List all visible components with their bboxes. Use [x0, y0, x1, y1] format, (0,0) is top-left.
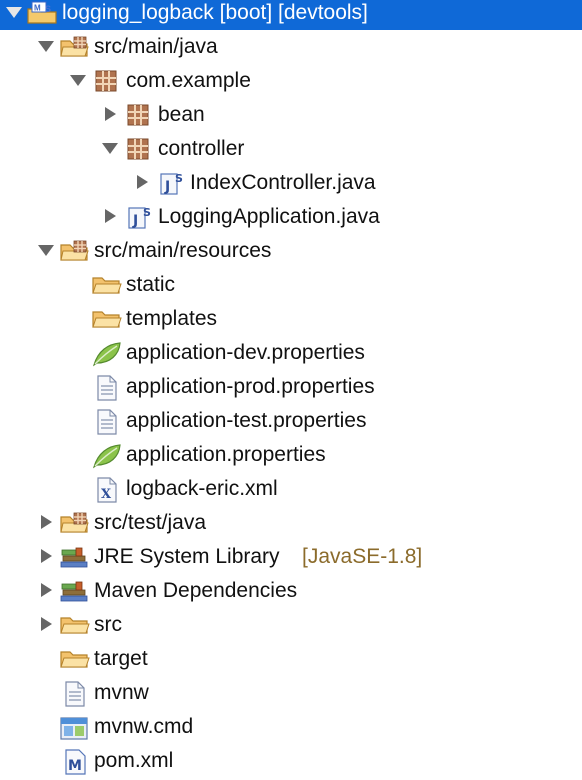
spring-java-file-icon: J S: [158, 166, 186, 200]
tree-item-package[interactable]: controller: [0, 132, 582, 166]
tree-item-label: controller: [158, 137, 245, 160]
svg-text:S: S: [175, 172, 183, 185]
tree-item-package[interactable]: bean: [0, 98, 582, 132]
expand-toggle-open-icon[interactable]: [34, 234, 58, 268]
tree-item-properties-file[interactable]: application-dev.properties: [0, 336, 582, 370]
tree-item-source-folder[interactable]: src/main/java: [0, 30, 582, 64]
tree-item-label: application.properties: [126, 443, 326, 466]
svg-text:X: X: [101, 487, 112, 502]
tree-item-pom-file[interactable]: M pom.xml: [0, 744, 582, 778]
tree-item-java-file[interactable]: J S LoggingApplication.java: [0, 200, 582, 234]
tree-item-label: static: [126, 273, 176, 296]
tree-item-java-file[interactable]: J S IndexController.java: [0, 166, 582, 200]
expand-toggle-closed-icon[interactable]: [34, 574, 58, 608]
text-file-icon: [64, 676, 92, 710]
tree-item-label: logging_logback [boot] [devtools]: [62, 1, 368, 24]
expand-toggle-open-icon[interactable]: [2, 0, 26, 30]
folder-icon: [92, 268, 122, 302]
tree-item-label: application-test.properties: [126, 409, 367, 432]
library-icon: [60, 574, 88, 608]
spring-leaf-icon: [92, 438, 121, 472]
expand-toggle-open-icon[interactable]: [34, 30, 58, 64]
tree-item-folder[interactable]: target: [0, 642, 582, 676]
expand-toggle-closed-icon[interactable]: [34, 608, 58, 642]
tree-item-package[interactable]: com.example: [0, 64, 582, 98]
tree-item-label: src: [94, 613, 122, 636]
folder-icon: [60, 642, 90, 676]
tree-item-label: src/test/java: [94, 511, 207, 534]
xml-file-icon: X: [96, 472, 124, 506]
text-file-icon: [96, 370, 124, 404]
svg-text:J: J: [164, 179, 170, 195]
expand-toggle-closed-icon[interactable]: [98, 98, 122, 132]
svg-text:M: M: [34, 4, 41, 13]
expand-toggle-closed-icon[interactable]: [34, 506, 58, 540]
windows-script-icon: [60, 710, 88, 744]
svg-text:S: S: [45, 4, 51, 14]
expand-toggle-open-icon[interactable]: [98, 132, 122, 166]
tree-item-label: IndexController.java: [190, 171, 376, 194]
source-folder-icon: [60, 30, 89, 64]
tree-item-source-folder[interactable]: src/test/java: [0, 506, 582, 540]
expand-toggle-closed-icon[interactable]: [98, 200, 122, 234]
package-icon: [126, 132, 154, 166]
tree-item-label: logback-eric.xml: [126, 477, 278, 500]
tree-item-file[interactable]: mvnw: [0, 676, 582, 710]
tree-item-label: com.example: [126, 69, 251, 92]
tree-item-label: mvnw: [94, 681, 149, 704]
tree-item-label: target: [94, 647, 148, 670]
library-version-decoration: [JavaSE-1.8]: [302, 545, 423, 568]
package-icon: [126, 98, 154, 132]
folder-icon: [60, 608, 90, 642]
folder-icon: [92, 302, 122, 336]
tree-item-label: Maven Dependencies: [94, 579, 298, 602]
tree-item-label: mvnw.cmd: [94, 715, 194, 738]
tree-item-folder[interactable]: src: [0, 608, 582, 642]
source-folder-icon: [60, 234, 89, 268]
tree-item-label: templates: [126, 307, 218, 330]
tree-item-label: src/main/java: [94, 35, 218, 58]
maven-pom-icon: M: [64, 744, 92, 778]
expand-toggle-closed-icon[interactable]: [130, 166, 154, 200]
expand-toggle-closed-icon[interactable]: [34, 540, 58, 574]
tree-item-label: pom.xml: [94, 749, 174, 772]
svg-text:M: M: [68, 758, 82, 774]
tree-item-file[interactable]: mvnw.cmd: [0, 710, 582, 744]
svg-text:S: S: [143, 206, 151, 219]
tree-item-folder[interactable]: static: [0, 268, 582, 302]
tree-item-xml-file[interactable]: X logback-eric.xml: [0, 472, 582, 506]
package-icon: [94, 64, 122, 98]
project-explorer-tree: M S logging_logback [boot] [devtools] sr…: [0, 0, 582, 780]
tree-item-label: application-dev.properties: [126, 341, 365, 364]
tree-item-project-root[interactable]: M S logging_logback [boot] [devtools]: [0, 0, 582, 30]
tree-item-folder[interactable]: templates: [0, 302, 582, 336]
spring-java-file-icon: J S: [126, 200, 154, 234]
source-folder-icon: [60, 506, 89, 540]
tree-item-label: JRE System Library: [94, 545, 280, 568]
tree-item-library[interactable]: JRE System Library [JavaSE-1.8]: [0, 540, 582, 574]
svg-text:J: J: [132, 213, 138, 229]
tree-item-label: application-prod.properties: [126, 375, 375, 398]
tree-item-library[interactable]: Maven Dependencies: [0, 574, 582, 608]
text-file-icon: [96, 404, 124, 438]
tree-item-label: src/main/resources: [94, 239, 272, 262]
tree-item-properties-file[interactable]: application-prod.properties: [0, 370, 582, 404]
tree-item-properties-file[interactable]: application-test.properties: [0, 404, 582, 438]
tree-item-source-folder[interactable]: src/main/resources: [0, 234, 582, 268]
spring-leaf-icon: [92, 336, 121, 370]
tree-item-properties-file[interactable]: application.properties: [0, 438, 582, 472]
expand-toggle-open-icon[interactable]: [66, 64, 90, 98]
tree-item-label: bean: [158, 103, 205, 126]
project-icon: M S: [26, 0, 57, 30]
library-icon: [60, 540, 88, 574]
tree-item-label: LoggingApplication.java: [158, 205, 380, 228]
